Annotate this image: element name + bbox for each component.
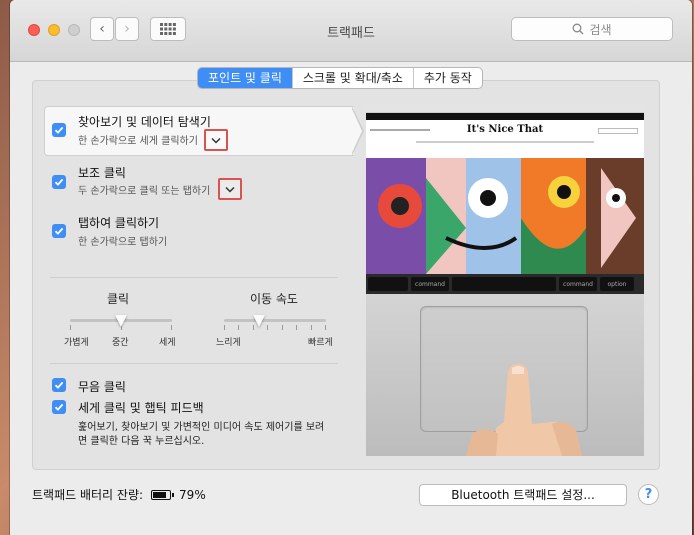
checkmark-icon (54, 403, 64, 411)
lookup-options-dropdown[interactable] (204, 129, 228, 151)
battery-icon (151, 489, 175, 500)
force-click-description-1: 훑어보기, 찾아보기 및 가변적인 미디어 속도 제어기를 보려 (78, 422, 325, 433)
checkmark-icon (54, 381, 64, 389)
click-slider-label: 클릭 (107, 292, 130, 306)
chevron-down-icon (225, 186, 235, 193)
silent-click-checkbox[interactable] (52, 378, 66, 392)
preview-key-command: command (411, 277, 449, 291)
gesture-preview: It's Nice That command command option (366, 104, 644, 456)
search-icon (573, 23, 584, 35)
click-max-label: 세게 (159, 338, 176, 348)
lookup-checkbox[interactable] (52, 123, 66, 137)
tab-scroll-and-zoom[interactable]: 스크롤 및 확대/축소 (293, 68, 414, 88)
bluetooth-trackpad-setup-button[interactable]: Bluetooth 트랙패드 설정... (419, 484, 627, 506)
checkmark-icon (54, 227, 64, 235)
preview-browser: It's Nice That (366, 104, 644, 274)
divider (50, 363, 338, 364)
checkmark-icon (54, 126, 64, 134)
search-placeholder: 검색 (589, 22, 612, 37)
tap-to-click-subtitle: 한 손가락으로 탭하기 (78, 237, 168, 248)
preview-key-option: option (600, 277, 634, 291)
tracking-slider-label: 이동 속도 (250, 292, 298, 306)
tap-to-click-checkbox[interactable] (52, 224, 66, 238)
force-click-checkbox[interactable] (52, 400, 66, 414)
tab-bar: 포인트 및 클릭 스크롤 및 확대/축소 추가 동작 (197, 67, 483, 89)
secondary-click-options-dropdown[interactable] (218, 178, 242, 200)
force-click-title: 세게 클릭 및 햅틱 피드백 (78, 401, 204, 415)
finger-illustration (466, 364, 582, 456)
secondary-click-checkbox[interactable] (52, 175, 66, 189)
tab-point-and-click[interactable]: 포인트 및 클릭 (198, 68, 293, 88)
preview-illustration (366, 158, 644, 274)
preview-key-command: command (559, 277, 597, 291)
click-min-label: 가볍게 (64, 338, 89, 348)
tap-to-click-title: 탭하여 클릭하기 (78, 216, 160, 230)
tab-more-gestures[interactable]: 추가 동작 (414, 68, 482, 88)
battery-status: 트랙패드 배터리 잔량: 79% (32, 486, 206, 503)
battery-label: 트랙패드 배터리 잔량: (32, 488, 144, 502)
tracking-min-label: 느리게 (216, 338, 241, 348)
lookup-title: 찾아보기 및 데이터 탐색기 (78, 115, 211, 129)
search-field[interactable]: 검색 (511, 17, 673, 41)
secondary-click-subtitle: 두 손가락으로 클릭 또는 탭하기 (78, 186, 211, 197)
title-bar: ‹ › 트랙패드 검색 (10, 0, 692, 62)
tracking-slider-track[interactable] (224, 319, 326, 322)
lookup-subtitle: 한 손가락으로 세게 클릭하기 (78, 136, 198, 147)
battery-fill (153, 491, 166, 498)
divider (50, 277, 338, 278)
click-slider-knob[interactable] (114, 315, 127, 327)
battery-percent: 79% (179, 487, 206, 502)
preview-keyboard: command command option (366, 274, 644, 294)
preview-laptop-body (366, 294, 644, 456)
chevron-down-icon (211, 137, 221, 144)
help-button[interactable]: ? (638, 484, 659, 505)
tracking-max-label: 빠르게 (308, 338, 333, 348)
force-click-description-2: 면 클릭한 다음 꾹 누르십시오. (78, 436, 205, 447)
silent-click-title: 무음 클릭 (78, 380, 126, 394)
tracking-slider-knob[interactable] (253, 315, 266, 327)
secondary-click-title: 보조 클릭 (78, 166, 126, 180)
trackpad-preferences-window: ‹ › 트랙패드 검색 포인트 및 클릭 스크롤 및 확대/축소 추가 동작 찾… (10, 0, 692, 535)
click-mid-label: 중간 (112, 338, 129, 348)
checkmark-icon (54, 178, 64, 186)
